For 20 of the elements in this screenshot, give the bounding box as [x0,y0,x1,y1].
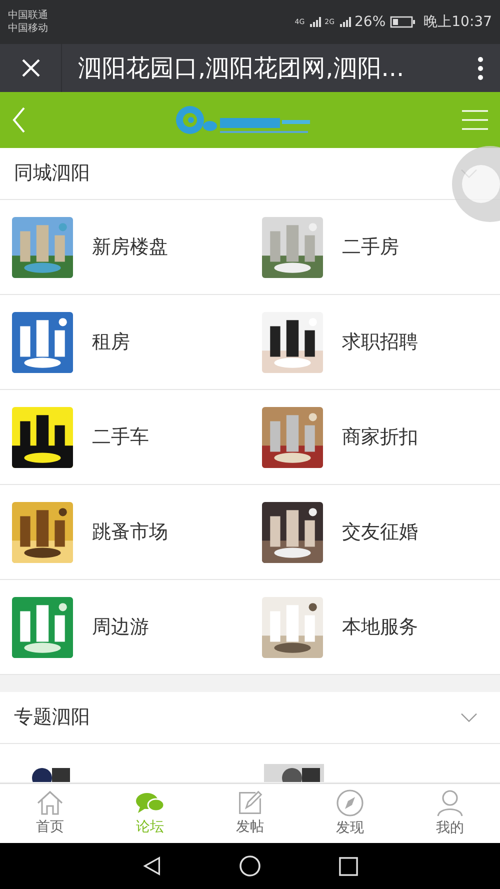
section-title: 专题泗阳 [14,705,90,730]
tab[interactable]: 首页 [0,784,100,843]
battery-percent: 26% [354,12,386,32]
category-item[interactable]: 二手车 [0,390,250,485]
carrier-name: 中国移动 [8,22,48,35]
tab[interactable]: 发现 [300,784,400,843]
tab[interactable]: 我的 [400,784,500,843]
category-item[interactable]: 周边游 [0,580,250,675]
category-item[interactable]: 求职招聘 [250,295,500,390]
tab[interactable]: 发帖 [200,784,300,843]
category-item[interactable]: 新房楼盘 [0,200,250,295]
window-title: 泗阳花园口,泗阳花团网,泗阳... [77,53,406,84]
carrier-name: 中国联通 [8,9,48,22]
category-item[interactable]: 跳蚤市场 [0,485,250,580]
category-item[interactable]: 本地服务 [250,580,500,675]
category-item[interactable]: 商家折扣 [250,390,500,485]
category-item[interactable]: 交友征婚 [250,485,500,580]
section-title: 同城泗阳 [14,161,90,186]
category-item[interactable]: 租房 [0,295,250,390]
clock: 晚上10:37 [424,12,492,32]
